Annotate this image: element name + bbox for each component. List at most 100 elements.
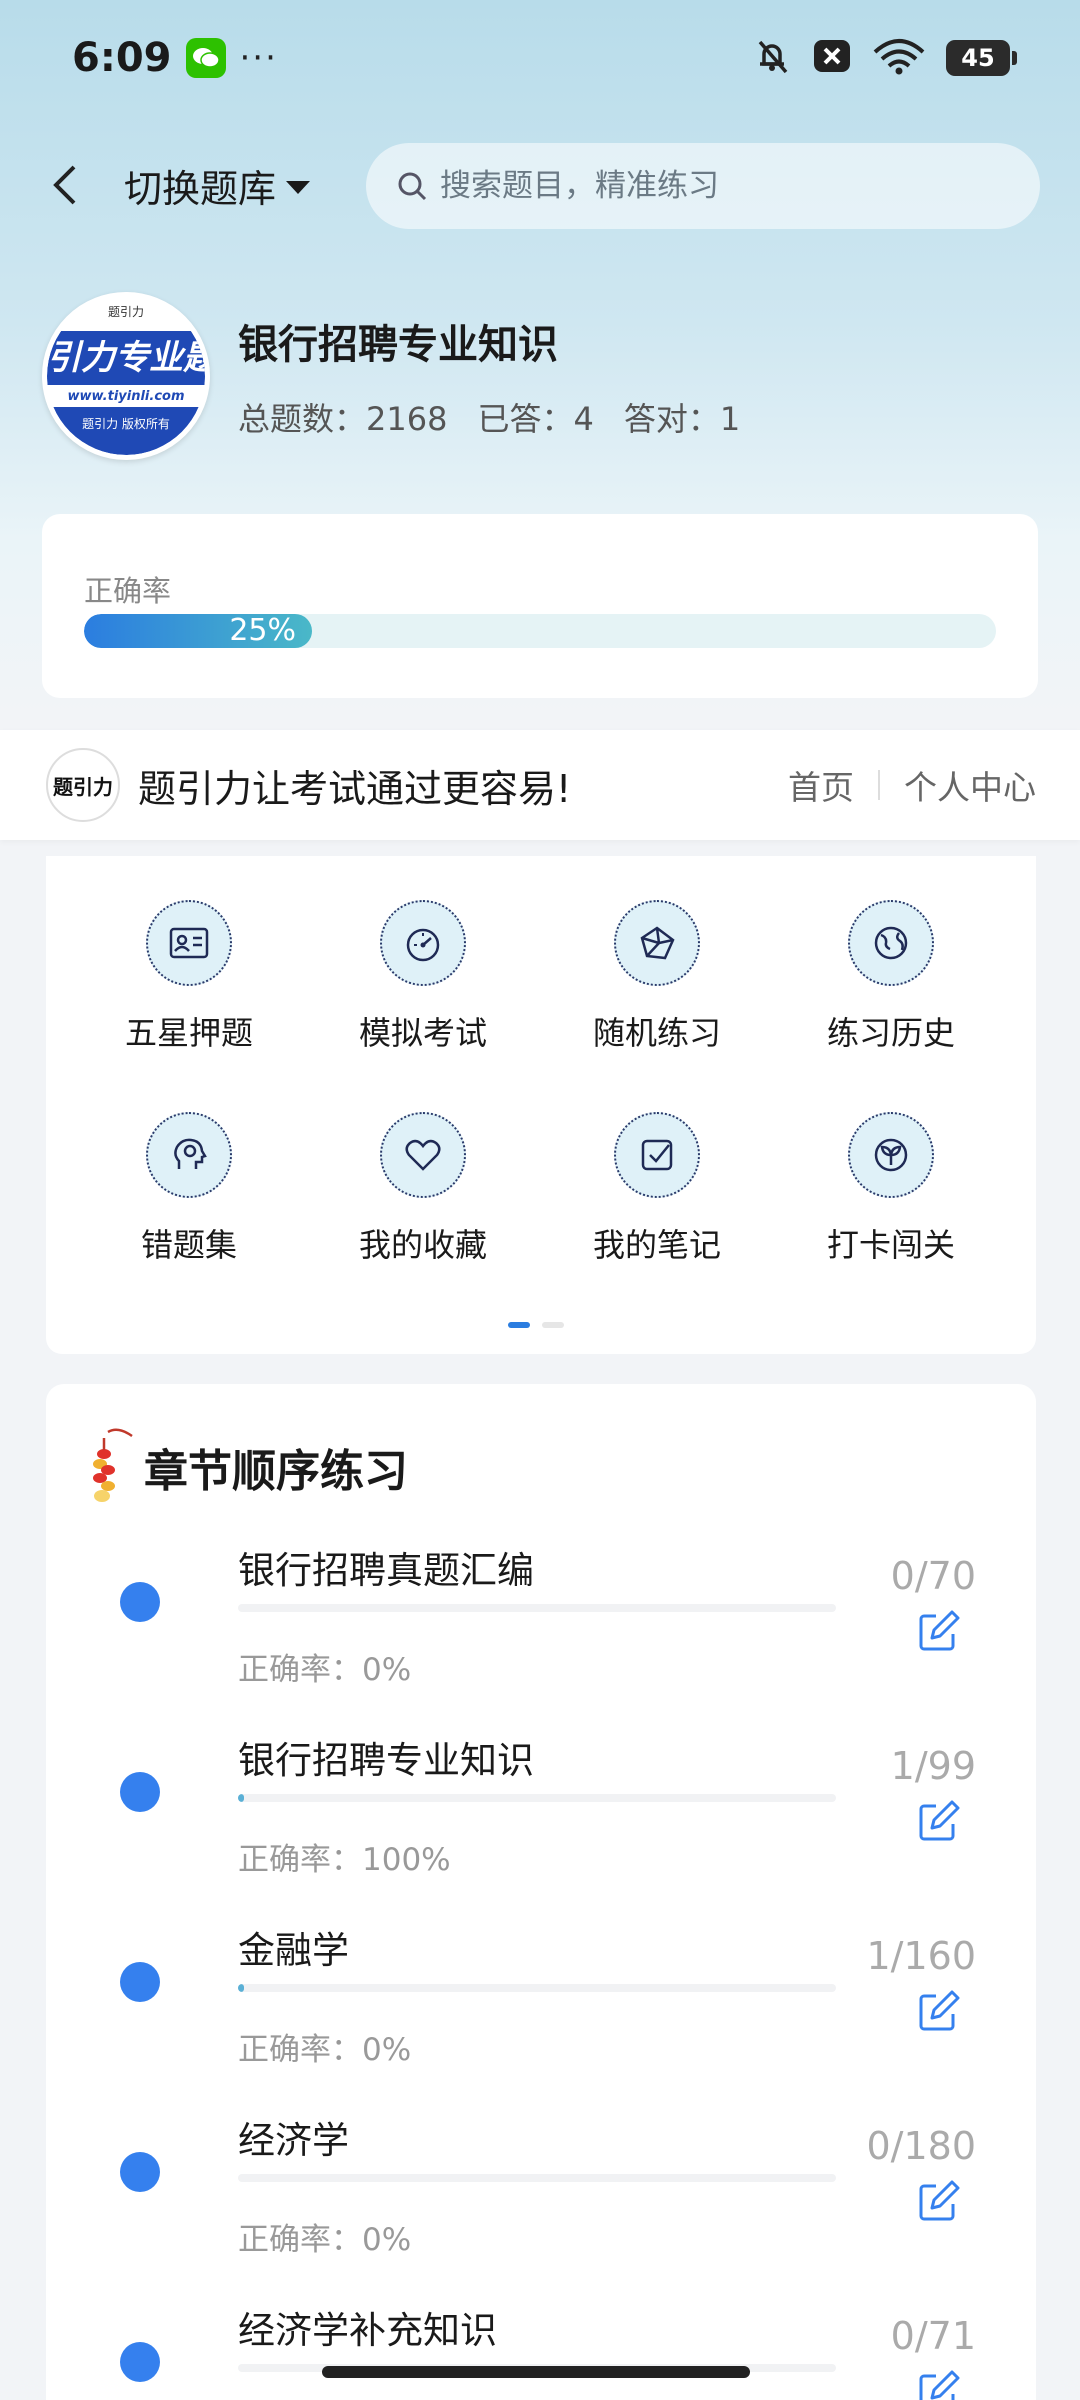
leaf-icon: [848, 1112, 934, 1198]
promo-logo: 题引力: [46, 748, 120, 822]
more-notifications-icon: ···: [239, 37, 278, 78]
chapter-name: 银行招聘专业知识: [238, 1739, 534, 1782]
grid-item-practice-history[interactable]: 练习历史: [791, 900, 991, 1054]
chapter-accuracy: 正确率：100%: [238, 1842, 451, 1878]
chapter-name: 金融学: [238, 1929, 349, 1972]
edit-icon[interactable]: [916, 1610, 960, 1654]
back-button[interactable]: [30, 150, 100, 220]
chapter-dot: [120, 2342, 160, 2382]
logo-url-text: www.tiyinli.com: [67, 389, 185, 404]
speedometer-icon: [380, 900, 466, 986]
chapter-progress-track: [238, 1984, 836, 1992]
chapter-name: 银行招聘真题汇编: [238, 1549, 534, 1592]
search-input[interactable]: [440, 168, 1000, 204]
promo-logo-text: 题引力: [53, 774, 113, 799]
note-check-icon: [614, 1112, 700, 1198]
chapter-count: 0/71: [890, 2314, 976, 2358]
promo-bar: 题引力 题引力让考试通过更容易! 首页 个人中心: [0, 730, 1080, 840]
chapter-dot: [120, 1772, 160, 1812]
switch-bank-dropdown[interactable]: 切换题库: [124, 158, 311, 213]
chapter-progress-track: [238, 1604, 836, 1612]
firecracker-icon: [93, 1428, 133, 1502]
close-box-icon: [812, 36, 852, 80]
grid-item-favorites[interactable]: 我的收藏: [323, 1112, 523, 1266]
grid-item-random-practice[interactable]: 随机练习: [557, 900, 757, 1054]
grid-item-wrong-questions[interactable]: 错题集: [89, 1112, 289, 1266]
grid-label: 随机练习: [592, 1014, 721, 1052]
grid-label: 练习历史: [826, 1014, 955, 1052]
status-bar: 6:09 ··· 45: [0, 0, 1080, 115]
chapter-item[interactable]: 经济学正确率：0% 0/180: [46, 2110, 1036, 2300]
mute-icon: [752, 36, 792, 80]
grid-item-mock-exam[interactable]: 模拟考试: [323, 900, 523, 1054]
promo-slogan: 题引力让考试通过更容易!: [138, 766, 572, 811]
grid-item-five-star[interactable]: 五星押题: [89, 900, 289, 1054]
edit-icon[interactable]: [916, 1800, 960, 1844]
logo-band-text: 引力专业题: [47, 331, 205, 385]
grid-label: 五星押题: [124, 1014, 253, 1052]
chapter-item[interactable]: 金融学正确率：0% 1/160: [46, 1920, 1036, 2110]
bank-header: 题引力 引力专业题 www.tiyinli.com 题引力 版权所有 银行招聘专…: [42, 292, 1042, 462]
chapter-count: 1/99: [890, 1744, 976, 1788]
chapter-count: 0/180: [866, 2124, 976, 2168]
chapter-dot: [120, 1582, 160, 1622]
chapter-accuracy: 正确率：0%: [238, 1652, 412, 1688]
logo-top-text: 题引力: [107, 305, 144, 319]
caret-down-icon: [286, 180, 311, 194]
grid-item-check-in[interactable]: 打卡闯关: [791, 1112, 991, 1266]
chapter-dot: [120, 2152, 160, 2192]
status-time: 6:09: [72, 34, 172, 81]
answered-count: 已答：4: [477, 400, 594, 438]
correct-count: 答对：1: [623, 400, 741, 438]
total-count: 总题数：2168: [238, 400, 448, 438]
link-divider: [878, 770, 880, 800]
chapter-section-title: 章节顺序练习: [144, 1446, 408, 1497]
chapter-count: 1/160: [866, 1934, 976, 1978]
head-icon: [146, 1112, 232, 1198]
bank-logo: 题引力 引力专业题 www.tiyinli.com 题引力 版权所有: [42, 292, 210, 460]
chapter-item[interactable]: 银行招聘专业知识正确率：100% 1/99: [46, 1730, 1036, 1920]
accuracy-progress-fill: 25%: [84, 614, 312, 648]
pager-dot-active[interactable]: [508, 1322, 530, 1328]
promo-links: 首页 个人中心: [788, 761, 1036, 809]
chevron-left-icon: [53, 165, 76, 205]
chapter-name: 经济学: [238, 2119, 349, 2162]
chapter-practice-card: 章节顺序练习 银行招聘真题汇编正确率：0% 0/70 银行招聘专业知识正确率：100…: [46, 1384, 1036, 2400]
search-icon: [398, 172, 427, 201]
wechat-icon: [185, 37, 226, 78]
chapter-name: 经济学补充知识: [238, 2309, 497, 2352]
bank-title: 银行招聘专业知识: [238, 322, 558, 368]
battery-indicator: 45: [946, 39, 1017, 76]
chapter-item[interactable]: 银行招聘真题汇编正确率：0% 0/70: [46, 1540, 1036, 1730]
chapter-progress-fill: [238, 1984, 244, 1992]
grid-label: 错题集: [140, 1226, 237, 1264]
profile-link[interactable]: 个人中心: [904, 761, 1036, 809]
chapter-accuracy: 正确率：0%: [238, 2032, 412, 2068]
search-bar[interactable]: [366, 143, 1040, 229]
pager-dot[interactable]: [542, 1322, 564, 1328]
heart-icon: [380, 1112, 466, 1198]
chapter-title-row: 章节顺序练习: [86, 1424, 408, 1510]
chapter-progress-track: [238, 1794, 836, 1802]
grid-label: 打卡闯关: [826, 1226, 955, 1264]
chapter-count: 0/70: [890, 1554, 976, 1598]
home-link[interactable]: 首页: [788, 761, 854, 809]
bank-stats: 总题数：2168 已答：4 答对：1: [238, 394, 740, 440]
accuracy-card: 正确率 25%: [42, 514, 1038, 698]
chapter-progress-fill: [238, 1794, 245, 1802]
logo-foot-text: 题引力 版权所有: [47, 407, 205, 455]
grid-item-notes[interactable]: 我的笔记: [557, 1112, 757, 1266]
chapter-accuracy: 正确率：0%: [238, 2222, 412, 2258]
accuracy-progress-track: 25%: [84, 614, 996, 648]
wifi-icon: [872, 36, 926, 80]
globe-icon: [848, 900, 934, 986]
edit-icon[interactable]: [916, 2180, 960, 2224]
grid-label: 我的笔记: [592, 1226, 721, 1264]
feature-grid: 五星押题 模拟考试 随机练习 练习历史 错题集 我的收藏 我的笔记 打卡闯关: [46, 856, 1036, 1354]
home-indicator[interactable]: [322, 2366, 750, 2378]
chapter-item[interactable]: 经济学补充知识 0/71: [46, 2300, 1036, 2400]
top-nav: 切换题库: [0, 140, 1080, 230]
edit-icon[interactable]: [916, 2370, 960, 2400]
chapter-progress-track: [238, 2174, 836, 2182]
edit-icon[interactable]: [916, 1990, 960, 2034]
